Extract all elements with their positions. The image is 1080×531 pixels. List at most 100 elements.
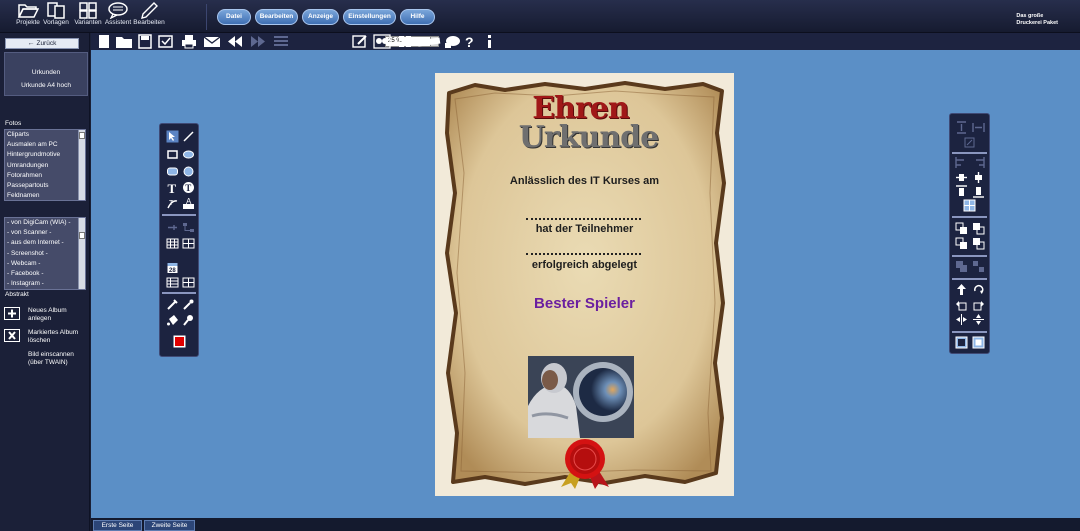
chat-icon[interactable]: [443, 34, 463, 49]
edit-button[interactable]: Bearbeiten: [133, 2, 165, 32]
frame-icon[interactable]: [972, 336, 985, 349]
layout-icon[interactable]: [373, 34, 391, 49]
tab-second-page[interactable]: Zweite Seite: [144, 520, 195, 531]
line-tool-icon[interactable]: [182, 130, 195, 143]
delete-album-button[interactable]: Markiertes Album löschen: [4, 329, 88, 345]
scroll-thumb[interactable]: [79, 132, 85, 139]
list-item[interactable]: Fotorahmen: [5, 171, 85, 181]
group-icon[interactable]: [955, 260, 968, 273]
rotate-left-90-icon[interactable]: [955, 298, 968, 311]
menu-anzeige[interactable]: Anzeige: [302, 9, 339, 25]
certificate-page[interactable]: Ehren Urkunde Anlässlich des IT Kurses a…: [435, 73, 734, 496]
align-left-icon[interactable]: [955, 156, 968, 169]
intro-line[interactable]: Anlässlich des IT Kurses am: [435, 175, 734, 187]
back-button[interactable]: ← Zurück: [5, 38, 79, 49]
participant-line[interactable]: hat der Teilnehmer: [435, 223, 734, 235]
rotate-right-icon[interactable]: [972, 283, 985, 296]
shadow-icon[interactable]: [955, 336, 968, 349]
current-album[interactable]: Abstrakt: [5, 291, 29, 298]
astronaut-photo[interactable]: [528, 356, 634, 438]
align-top-icon[interactable]: [955, 185, 968, 198]
align-bottom-icon[interactable]: [972, 185, 985, 198]
fill-bucket-icon[interactable]: [166, 314, 179, 327]
mail-icon[interactable]: [203, 34, 221, 49]
award-text[interactable]: Bester Spieler: [435, 295, 734, 312]
text-frame-tool-icon[interactable]: A: [182, 197, 195, 210]
help-icon[interactable]: ?: [464, 34, 476, 49]
rectangle-tool-icon[interactable]: [166, 148, 179, 161]
table-grid-tool-icon[interactable]: [182, 237, 195, 250]
source-list-scrollbar[interactable]: [78, 218, 85, 289]
list-tool-icon[interactable]: [166, 276, 179, 289]
certificate-title[interactable]: Ehren Urkunde: [435, 94, 734, 153]
grid-tool-icon[interactable]: [182, 276, 195, 289]
select-pointer-icon[interactable]: [166, 130, 179, 143]
arrow-up-icon[interactable]: [955, 283, 968, 296]
calendar-tool-icon[interactable]: 28: [166, 261, 179, 274]
list-item[interactable]: - Screenshot -: [5, 249, 85, 259]
dropper-tool-icon[interactable]: [166, 298, 179, 311]
print-icon[interactable]: [180, 34, 198, 49]
variants-button[interactable]: Varianten: [72, 2, 104, 32]
scroll-thumb[interactable]: [79, 232, 85, 239]
send-to-back-icon[interactable]: [972, 237, 985, 250]
list-item[interactable]: Hintergrundmotive: [5, 150, 85, 160]
list-item[interactable]: - von DigiCam (WIA) -: [5, 218, 85, 228]
ellipse-tool-icon[interactable]: [182, 148, 195, 161]
color-swatch[interactable]: [173, 335, 186, 348]
list-item[interactable]: - Instagram -: [5, 279, 85, 289]
circle-tool-icon[interactable]: [182, 165, 195, 178]
table-tool-icon[interactable]: [166, 237, 179, 250]
templates-button[interactable]: Vorlagen: [40, 2, 72, 32]
list-item[interactable]: Umrandungen: [5, 161, 85, 171]
checklist-icon[interactable]: [157, 34, 175, 49]
flip-horizontal-icon[interactable]: [955, 313, 968, 326]
send-backward-icon[interactable]: [972, 222, 985, 235]
rounded-rect-tool-icon[interactable]: [166, 165, 179, 178]
ungroup-icon[interactable]: [972, 260, 985, 273]
flip-vertical-icon[interactable]: [972, 313, 985, 326]
next-page-icon[interactable]: [249, 34, 267, 49]
align-center-v-icon[interactable]: [972, 171, 985, 184]
align-icon[interactable]: [272, 34, 290, 49]
list-item[interactable]: Cliparts: [5, 130, 85, 140]
info-icon[interactable]: [484, 34, 494, 49]
text-tool-icon[interactable]: T: [166, 181, 179, 194]
new-document-icon[interactable]: [95, 34, 113, 49]
ruler-icon[interactable]: [417, 34, 441, 49]
scan-image-button[interactable]: Bild einscannen (über TWAIN): [4, 351, 88, 367]
save-icon[interactable]: [136, 34, 154, 49]
connector-tool-icon[interactable]: [166, 221, 179, 234]
new-album-button[interactable]: Neues Album anlegen: [4, 307, 88, 323]
album-list-scrollbar[interactable]: [78, 130, 85, 200]
list-item[interactable]: - Facebook -: [5, 269, 85, 279]
menu-bearbeiten[interactable]: Bearbeiten: [255, 9, 298, 25]
completed-line[interactable]: erfolgreich abgelegt: [435, 259, 734, 271]
list-item[interactable]: Ausmalen am PC: [5, 140, 85, 150]
bring-to-front-icon[interactable]: [955, 237, 968, 250]
distribute-vertical-icon[interactable]: [955, 121, 968, 134]
align-right-icon[interactable]: [972, 156, 985, 169]
edit-text-icon[interactable]: [351, 34, 369, 49]
previous-page-icon[interactable]: [226, 34, 244, 49]
brush-tool-icon[interactable]: [182, 298, 195, 311]
curved-text-tool-icon[interactable]: T: [166, 197, 179, 210]
list-item[interactable]: - Webcam -: [5, 259, 85, 269]
wax-seal-image[interactable]: [557, 439, 613, 489]
line-color-icon[interactable]: [182, 314, 195, 327]
grid-view-icon[interactable]: [396, 34, 414, 49]
rotate-right-90-icon[interactable]: [972, 298, 985, 311]
bring-forward-icon[interactable]: [955, 222, 968, 235]
menu-hilfe[interactable]: Hilfe: [400, 9, 435, 25]
menu-einstellungen[interactable]: Einstellungen: [343, 9, 396, 25]
open-folder-icon[interactable]: [115, 34, 133, 49]
resize-icon[interactable]: [963, 136, 976, 149]
menu-datei[interactable]: Datei: [217, 9, 251, 25]
source-list[interactable]: - von DigiCam (WIA) - - von Scanner - - …: [4, 217, 86, 290]
distribute-horizontal-icon[interactable]: [972, 121, 985, 134]
album-list[interactable]: Cliparts Ausmalen am PC Hintergrundmotiv…: [4, 129, 86, 201]
tree-tool-icon[interactable]: [182, 221, 195, 234]
circle-text-tool-icon[interactable]: T: [182, 181, 195, 194]
list-item[interactable]: Feldnamen: [5, 191, 85, 200]
align-center-h-icon[interactable]: [955, 171, 968, 184]
